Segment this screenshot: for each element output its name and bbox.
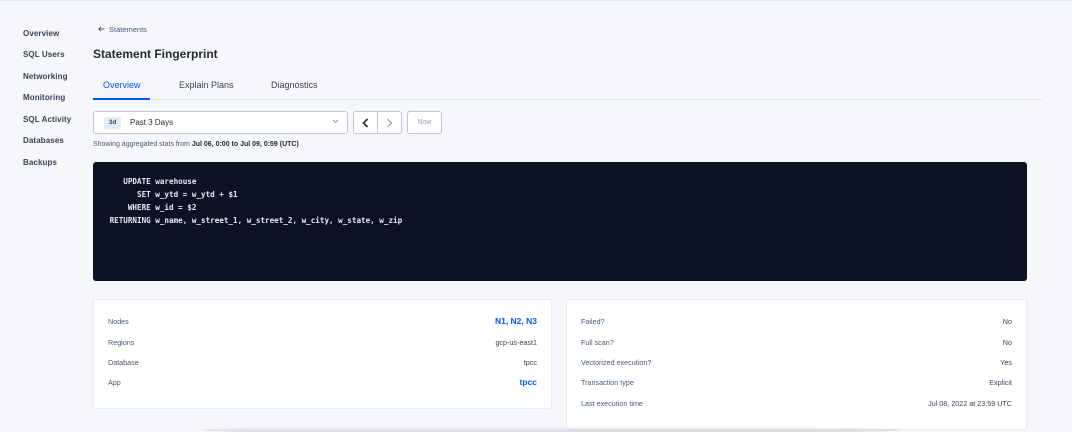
chevron-left-icon (362, 117, 369, 128)
summary-row: App tpcc (108, 377, 537, 390)
stats-range-text: Showing aggregated stats from Jul 06, 0:… (93, 141, 299, 148)
detail-row: Transaction type Explicit (581, 378, 1012, 390)
detail-row: Vectorized execution? Yes (581, 358, 1012, 370)
summary-row: Regions gcp-us-east1 (108, 338, 537, 350)
sidebar-item-networking[interactable]: Networking (23, 72, 68, 81)
tab-bar: Overview Explain Plans Diagnostics (93, 80, 1042, 100)
sql-line: RETURNING w_name, w_street_1, w_street_2… (105, 216, 403, 225)
page-title: Statement Fingerprint (93, 47, 218, 61)
detail-value: No (1002, 317, 1012, 326)
sidebar-item-monitoring[interactable]: Monitoring (23, 93, 65, 102)
tab-diagnostics[interactable]: Diagnostics (271, 80, 318, 100)
stats-range-value: Jul 06, 0:00 to Jul 09, 0:59 (UTC) (191, 141, 299, 148)
detail-value: No (1002, 338, 1012, 347)
detail-value: Jul 08, 2022 at 23:59 UTC (928, 399, 1012, 408)
sidebar-item-databases[interactable]: Databases (23, 136, 64, 145)
sidebar-item-backups[interactable]: Backups (23, 158, 57, 167)
summary-value: gcp-us-east1 (495, 338, 537, 347)
main-content: Statements Statement Fingerprint Overvie… (92, 0, 1052, 432)
back-link-label: Statements (109, 25, 147, 34)
detail-key: Last execution time (581, 399, 643, 408)
detail-row: Last execution time Jul 08, 2022 at 23:5… (581, 399, 1012, 411)
sql-line: UPDATE warehouse (105, 177, 197, 186)
time-range-nav (353, 111, 402, 134)
summary-row: Database tpcc (108, 358, 537, 370)
stats-range-prefix: Showing aggregated stats from (93, 141, 192, 148)
back-link[interactable]: Statements (98, 25, 147, 34)
sql-line: WHERE w_id = $2 (105, 203, 197, 212)
summary-key: Nodes (108, 317, 129, 326)
app-link[interactable]: tpcc (520, 377, 537, 387)
now-button[interactable]: Now (407, 111, 442, 134)
nodes-link[interactable]: N1, N2, N3 (495, 316, 537, 326)
time-range-badge: 3d (104, 117, 121, 129)
detail-key: Full scan? (581, 338, 614, 347)
chevron-right-icon (387, 118, 393, 127)
time-range-label: Past 3 Days (130, 118, 174, 127)
execution-details-card: Failed? No Full scan? No Vectorized exec… (566, 299, 1027, 430)
summary-row: Nodes N1, N2, N3 (108, 316, 537, 329)
arrow-left-icon (98, 25, 105, 34)
sql-statement-box: UPDATE warehouse SET w_ytd = w_ytd + $1 … (93, 162, 1027, 281)
detail-key: Transaction type (581, 378, 634, 387)
statement-summary-card: Nodes N1, N2, N3 Regions gcp-us-east1 Da… (93, 299, 552, 409)
summary-key: Database (108, 358, 139, 367)
next-range-button[interactable] (377, 112, 401, 133)
detail-value: Explicit (989, 378, 1012, 387)
detail-key: Vectorized execution? (581, 358, 652, 367)
active-tab-indicator (93, 98, 150, 100)
detail-row: Full scan? No (581, 338, 1012, 350)
summary-key: App (108, 378, 121, 387)
time-range-select[interactable]: 3d Past 3 Days (93, 111, 348, 134)
bottom-shadow (200, 426, 900, 432)
sidebar-item-sql-activity[interactable]: SQL Activity (23, 115, 71, 124)
sql-line: SET w_ytd = w_ytd + $1 (105, 190, 238, 199)
detail-row: Failed? No (581, 317, 1012, 329)
previous-range-button[interactable] (354, 112, 377, 133)
tab-overview[interactable]: Overview (103, 80, 141, 100)
summary-value: tpcc (523, 358, 537, 367)
sidebar: Overview SQL Users Networking Monitoring… (0, 0, 82, 432)
sidebar-item-overview[interactable]: Overview (23, 29, 59, 38)
tab-explain-plans[interactable]: Explain Plans (179, 80, 234, 100)
summary-key: Regions (108, 338, 135, 347)
chevron-down-icon (332, 117, 339, 126)
detail-key: Failed? (581, 317, 605, 326)
detail-value: Yes (1000, 358, 1012, 367)
sidebar-item-sql-users[interactable]: SQL Users (23, 50, 65, 59)
